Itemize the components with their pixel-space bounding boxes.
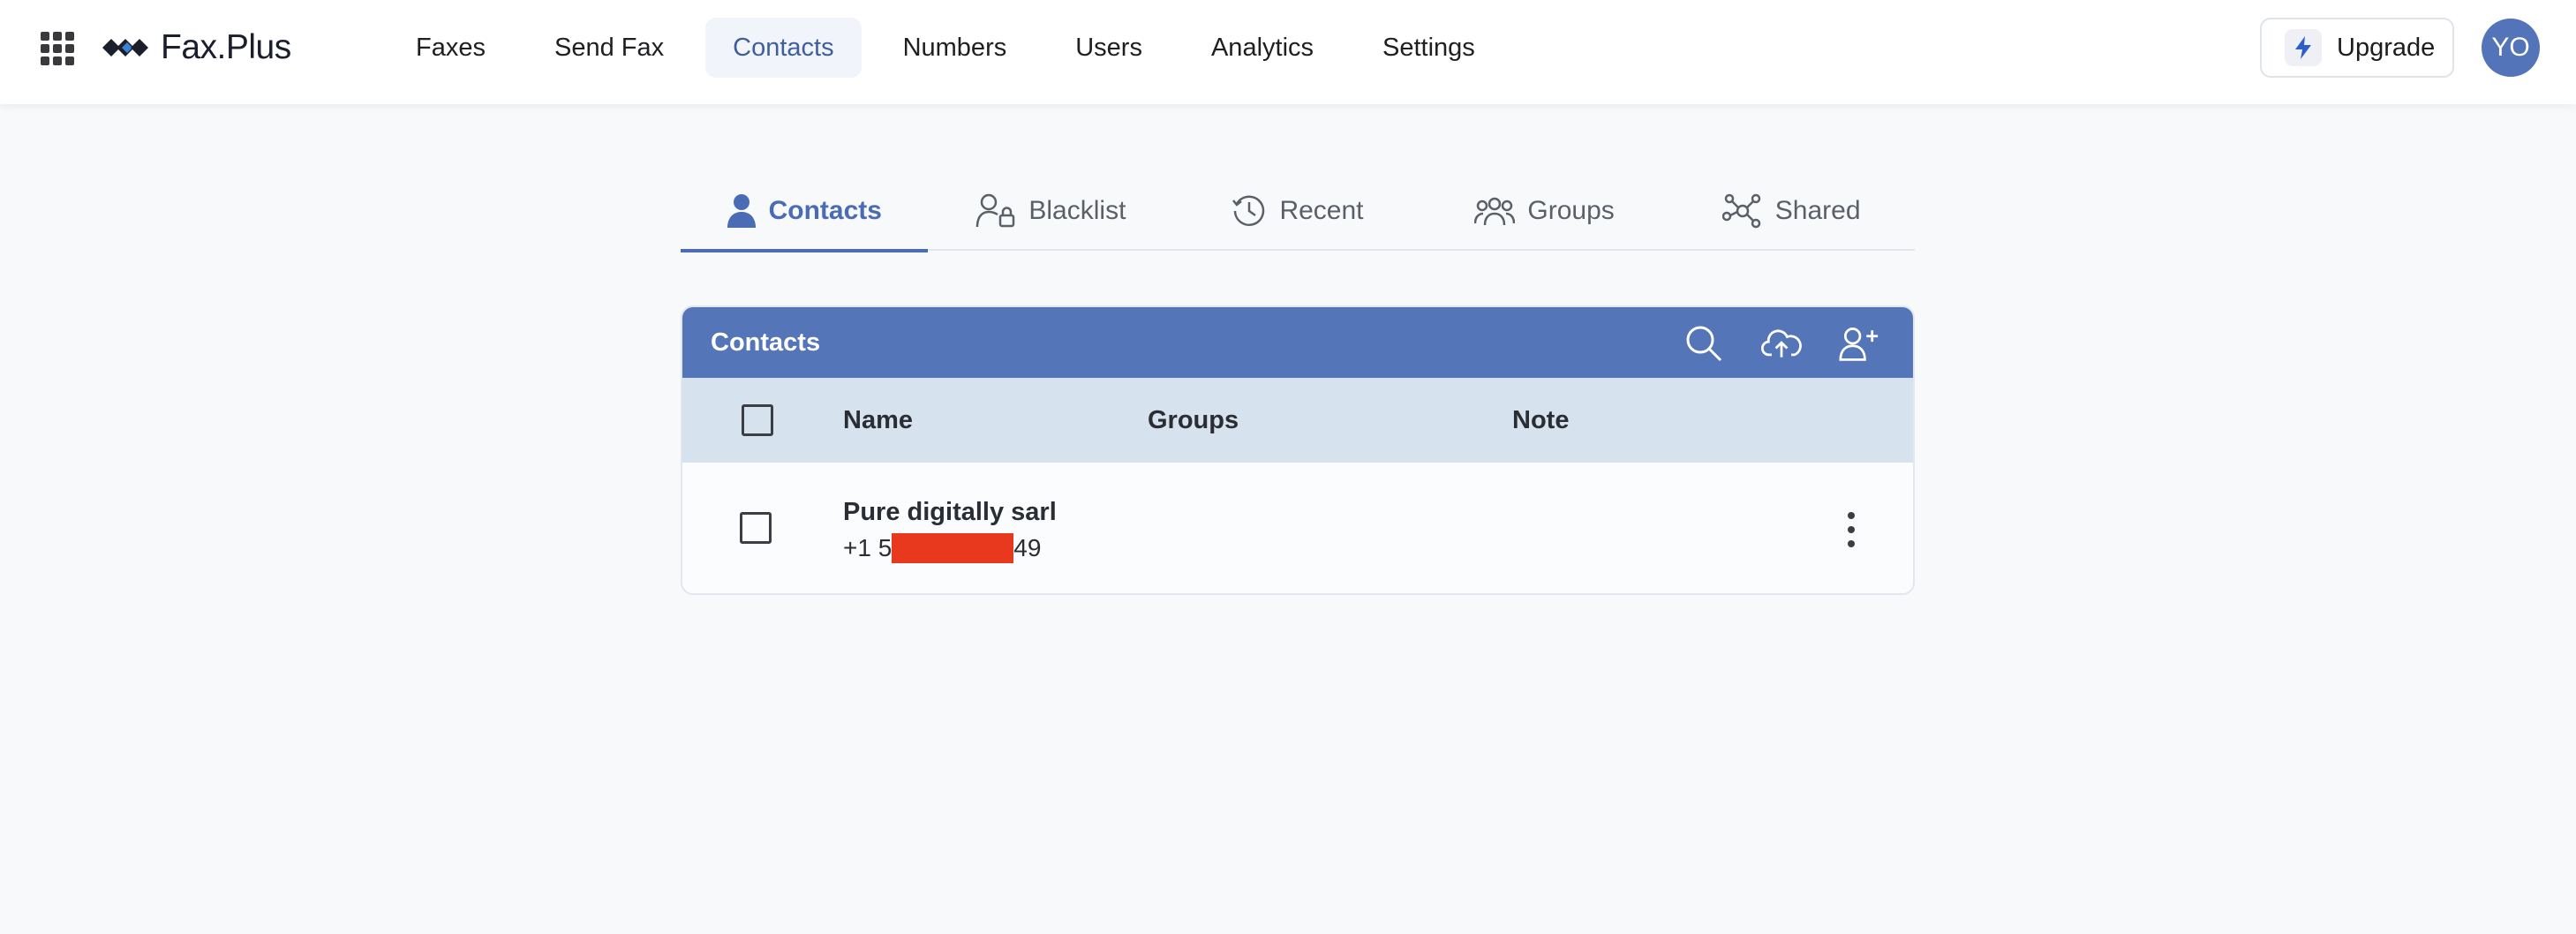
contacts-card: Contacts Name Groups Note Pure digitally… [681,305,1915,595]
history-icon [1232,195,1265,226]
tab-label: Groups [1527,196,1615,225]
tab-label: Blacklist [1028,196,1126,225]
tab-blacklist[interactable]: Blacklist [928,171,1175,251]
column-name: Name [843,405,913,434]
phone-suffix: 49 [1013,534,1042,561]
contacts-tabs: Contacts Blacklist Recent Groups Shared [681,171,1915,252]
phone-prefix: +1 5 [843,534,893,561]
nav-numbers[interactable]: Numbers [876,18,1035,78]
search-icon[interactable] [1683,323,1724,364]
contact-phone: +1 5 49 [843,533,1041,563]
person-lock-icon [976,193,1015,228]
nav-faxes[interactable]: Faxes [388,18,513,78]
table-header: Name Groups Note [682,378,1913,463]
card-header: Contacts [682,307,1913,378]
card-title: Contacts [711,328,821,357]
redaction-block [892,533,1014,563]
select-all-checkbox[interactable] [742,404,773,436]
tab-recent[interactable]: Recent [1174,171,1421,251]
row-checkbox[interactable] [740,512,772,544]
upgrade-label: Upgrade [2337,33,2436,62]
tab-contacts[interactable]: Contacts [681,171,928,252]
tab-label: Contacts [768,196,882,225]
add-person-icon[interactable] [1839,323,1879,364]
lightning-icon [2285,29,2322,66]
person-icon [727,194,756,228]
nav-settings[interactable]: Settings [1355,18,1503,78]
logo-mark-icon [102,39,148,56]
column-note: Note [1512,405,1570,434]
card-actions [1683,323,1879,364]
user-avatar[interactable]: YO [2482,19,2540,77]
nav-contacts[interactable]: Contacts [705,18,862,78]
main-nav: Faxes Send Fax Contacts Numbers Users An… [388,18,1517,78]
brand-name: Fax.Plus [161,28,291,66]
top-navbar: Fax.Plus Faxes Send Fax Contacts Numbers… [0,0,2576,104]
contact-name: Pure digitally sarl [843,498,1057,526]
cloud-upload-icon[interactable] [1761,323,1802,364]
tab-shared[interactable]: Shared [1668,171,1915,251]
column-groups: Groups [1148,405,1239,434]
apps-grid-icon[interactable] [41,32,74,65]
tab-groups[interactable]: Groups [1421,171,1668,251]
brand-logo[interactable]: Fax.Plus [101,25,291,71]
tab-label: Shared [1774,196,1861,225]
group-icon [1474,197,1516,226]
table-row[interactable]: Pure digitally sarl +1 5 49 [682,463,1913,593]
tab-label: Recent [1279,196,1364,225]
nav-users[interactable]: Users [1048,18,1170,78]
row-more-menu-icon[interactable] [1842,512,1860,547]
share-network-icon [1721,193,1761,229]
nav-send-fax[interactable]: Send Fax [527,18,691,78]
upgrade-button[interactable]: Upgrade [2260,18,2454,78]
nav-analytics[interactable]: Analytics [1184,18,1341,78]
